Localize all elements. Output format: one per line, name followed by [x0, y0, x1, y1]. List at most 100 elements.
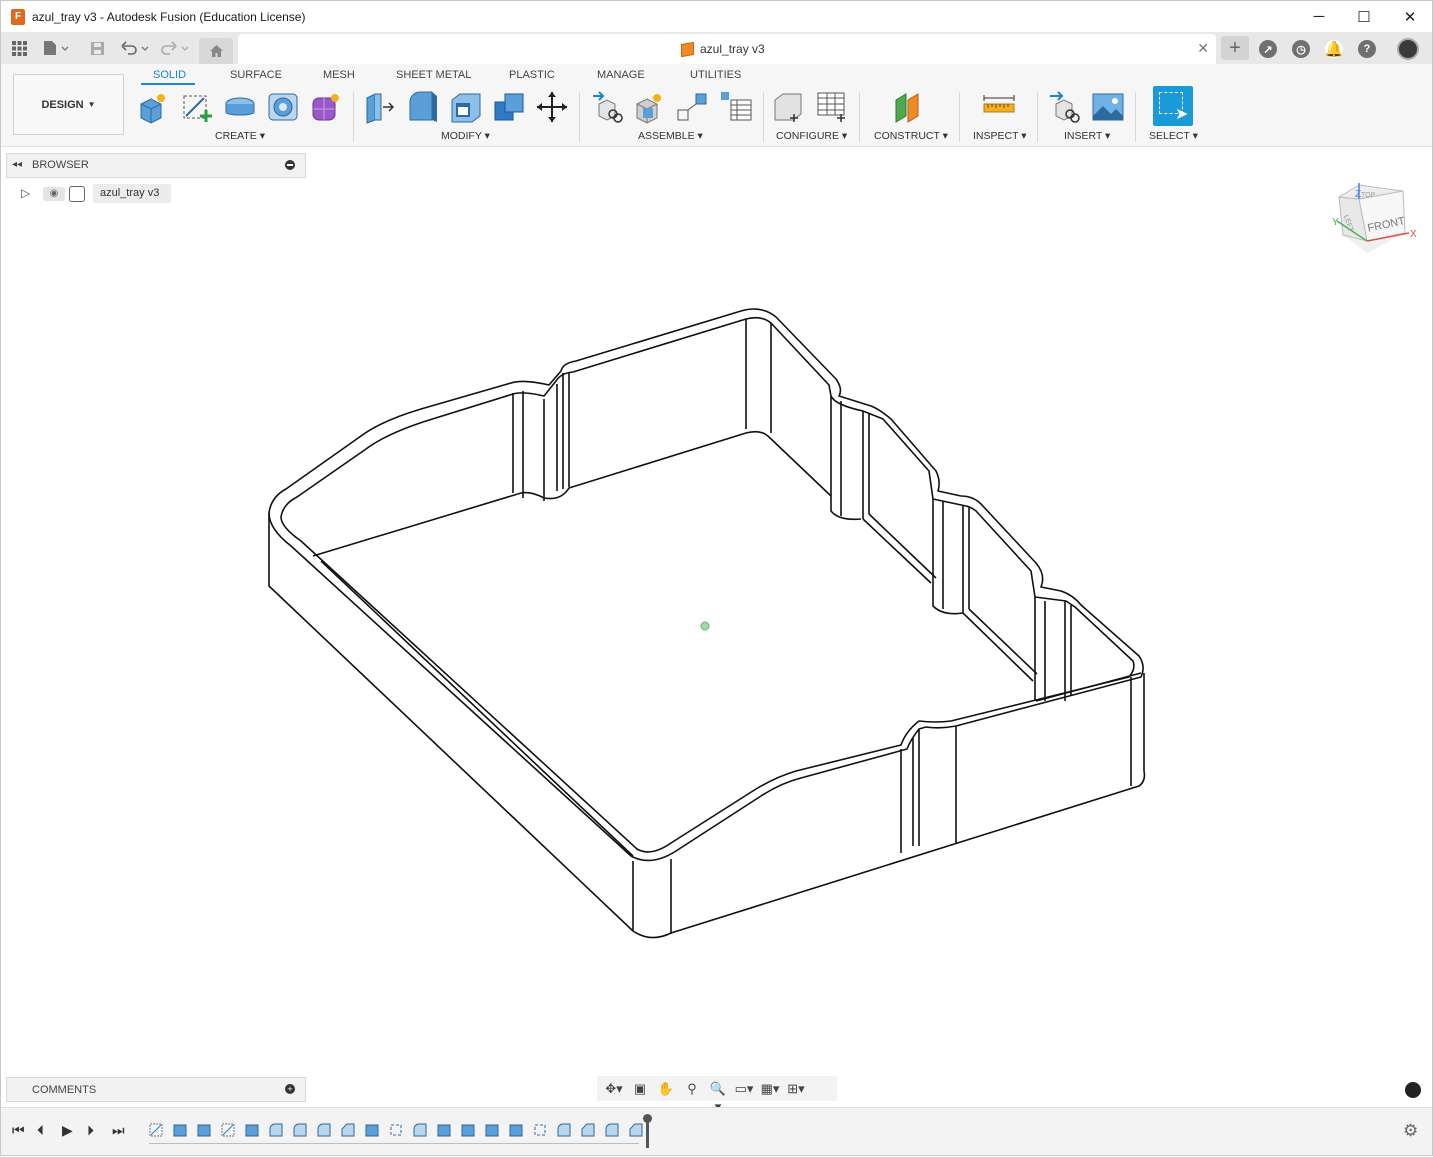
timeline-fillet-icon[interactable] — [557, 1123, 571, 1137]
tab-manage[interactable]: MANAGE — [597, 69, 645, 81]
new-component-icon[interactable] — [137, 90, 171, 124]
user-avatar[interactable] — [1397, 38, 1419, 60]
insert-group-label[interactable]: INSERT ▾ — [1064, 130, 1110, 142]
configure-group-label[interactable]: CONFIGURE ▾ — [776, 130, 847, 142]
comments-panel[interactable]: COMMENTS + — [6, 1077, 306, 1102]
timeline-fillet-icon[interactable] — [605, 1123, 619, 1137]
construct-group-label[interactable]: CONSTRUCT ▾ — [874, 130, 948, 142]
timeline-marker[interactable] — [643, 1114, 652, 1148]
browser-root-item[interactable]: ▷ ◉ azul_tray v3 — [21, 184, 171, 204]
timeline-extrude-icon[interactable] — [245, 1123, 259, 1137]
extensions-icon[interactable]: ↗ — [1259, 40, 1277, 58]
bill-of-materials-icon[interactable] — [719, 90, 753, 124]
step-forward-icon[interactable]: ⏵ — [87, 1122, 94, 1139]
timeline-extrude-icon[interactable] — [173, 1123, 187, 1137]
insert-derive-design-icon[interactable] — [1048, 90, 1082, 124]
workspace-switcher[interactable]: DESIGN ▼ — [13, 74, 124, 135]
job-status-icon[interactable]: ◷ — [1292, 40, 1310, 58]
timeline-extrude-icon[interactable] — [509, 1123, 523, 1137]
view-cube[interactable]: FRONT TOP LEFT X Y Z — [1331, 179, 1421, 259]
viewcube-top-label[interactable]: TOP — [1361, 192, 1376, 199]
press-pull-icon[interactable] — [363, 90, 397, 124]
expand-arrow-icon[interactable]: ▷ — [21, 186, 30, 200]
file-menu-icon[interactable] — [41, 38, 71, 58]
redo-icon[interactable] — [159, 38, 191, 58]
timeline-fillet-icon[interactable] — [293, 1123, 307, 1137]
timeline-fillet-icon[interactable] — [317, 1123, 331, 1137]
display-settings-icon[interactable]: ▭▾ — [733, 1080, 755, 1098]
timeline-pattern-icon[interactable] — [533, 1123, 547, 1137]
look-at-icon[interactable]: ▣ — [629, 1080, 651, 1098]
combine-icon[interactable] — [492, 90, 526, 124]
timeline-extrude-icon[interactable] — [197, 1123, 211, 1137]
tab-plastic[interactable]: PLASTIC — [509, 69, 555, 81]
viewports-icon[interactable]: ⊞▾ — [785, 1080, 807, 1098]
tab-utilities[interactable]: UTILITIES — [690, 69, 741, 81]
timeline-chamfer-icon[interactable] — [629, 1123, 643, 1137]
zoom-window-icon[interactable]: ⚲ — [681, 1080, 703, 1098]
tab-mesh[interactable]: MESH — [323, 69, 355, 81]
app-grid-icon[interactable] — [9, 38, 29, 58]
tray-model[interactable] — [268, 308, 1146, 939]
timeline-pattern-icon[interactable] — [389, 1123, 403, 1137]
new-tab-button[interactable]: + — [1221, 36, 1249, 60]
configure-design-icon[interactable] — [772, 90, 806, 124]
select-tool-button[interactable]: ➤ — [1153, 86, 1193, 126]
step-back-icon[interactable]: ⏴ — [37, 1122, 44, 1139]
extrude-icon[interactable] — [223, 90, 257, 124]
fillet-icon[interactable] — [406, 90, 440, 124]
go-to-start-icon[interactable]: ⏮ — [12, 1122, 25, 1139]
tab-solid[interactable]: SOLID — [153, 69, 186, 81]
close-window-button[interactable]: ✕ — [1387, 1, 1433, 32]
timeline-extrude-icon[interactable] — [365, 1123, 379, 1137]
zoom-icon[interactable]: 🔍▾ — [707, 1080, 729, 1114]
play-icon[interactable]: ▶ — [62, 1122, 73, 1139]
create-group-label[interactable]: CREATE ▾ — [215, 130, 265, 142]
assemble-group-label[interactable]: ASSEMBLE ▾ — [638, 130, 703, 142]
collapse-panel-icon[interactable]: ◂◂ — [12, 159, 22, 170]
timeline-sketch-icon[interactable] — [149, 1123, 163, 1137]
joint-icon[interactable] — [676, 90, 710, 124]
timeline-extrude-icon[interactable] — [461, 1123, 475, 1137]
insert-derive-icon[interactable] — [591, 90, 625, 124]
timeline-extrude-icon[interactable] — [437, 1123, 451, 1137]
orbit-icon[interactable]: ✥▾ — [603, 1080, 625, 1098]
create-sketch-icon[interactable] — [180, 90, 214, 124]
timeline-chamfer-icon[interactable] — [581, 1123, 595, 1137]
measure-icon[interactable] — [982, 90, 1016, 124]
visibility-eye-icon[interactable]: ◉ — [43, 187, 65, 201]
new-component-assemble-icon[interactable] — [633, 90, 667, 124]
notifications-bell-icon[interactable]: 🔔 — [1325, 40, 1343, 58]
configuration-table-icon[interactable] — [815, 90, 849, 124]
pan-hand-icon[interactable]: ✋ — [655, 1080, 677, 1098]
form-icon[interactable] — [309, 90, 343, 124]
go-to-end-icon[interactable]: ⏭ — [112, 1122, 125, 1139]
timeline-fillet-icon[interactable] — [269, 1123, 283, 1137]
panel-minimize-button[interactable] — [285, 160, 295, 170]
save-icon[interactable] — [87, 38, 107, 58]
maximize-button[interactable]: ☐ — [1341, 1, 1387, 32]
browser-panel-header[interactable]: ◂◂ BROWSER — [6, 153, 306, 178]
close-tab-button[interactable]: ✕ — [1197, 40, 1209, 57]
modify-group-label[interactable]: MODIFY ▾ — [441, 130, 490, 142]
home-tab[interactable] — [199, 38, 233, 64]
ai-assistant-icon[interactable] — [1405, 1082, 1421, 1098]
offset-plane-icon[interactable] — [892, 90, 926, 124]
add-comment-button[interactable]: + — [285, 1084, 295, 1094]
timeline-fillet-icon[interactable] — [413, 1123, 427, 1137]
document-tab[interactable]: azul_tray v3 ✕ — [238, 34, 1216, 64]
timeline-settings-gear-icon[interactable]: ⚙ — [1403, 1121, 1418, 1141]
tab-surface[interactable]: SURFACE — [230, 69, 282, 81]
revolve-icon[interactable] — [266, 90, 300, 124]
timeline-chamfer-icon[interactable] — [341, 1123, 355, 1137]
help-icon[interactable]: ? — [1358, 40, 1376, 58]
timeline-sketch-icon[interactable] — [221, 1123, 235, 1137]
timeline-extrude-icon[interactable] — [485, 1123, 499, 1137]
canvas-image-icon[interactable] — [1091, 90, 1125, 124]
shell-icon[interactable] — [449, 90, 483, 124]
move-copy-icon[interactable] — [535, 90, 569, 124]
tab-sheet-metal[interactable]: SHEET METAL — [396, 69, 471, 81]
minimize-button[interactable]: ─ — [1296, 1, 1342, 32]
undo-icon[interactable] — [119, 38, 151, 58]
grid-settings-icon[interactable]: ▦▾ — [759, 1080, 781, 1098]
